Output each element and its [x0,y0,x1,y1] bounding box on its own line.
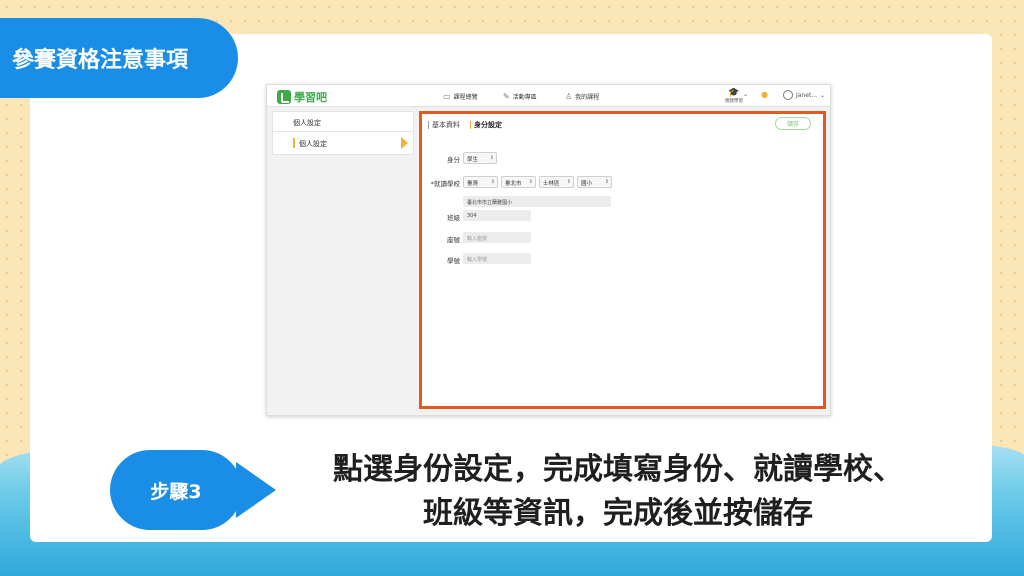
tab-marker [428,121,429,129]
app-logo[interactable]: 學習吧 [277,89,327,105]
select-caret-icon: ⇕ [566,179,571,185]
sidebar: 個人設定 個人設定 [272,111,414,155]
select-caret-icon: ⇕ [604,179,609,185]
identity-select[interactable]: 學生 ⇕ [463,152,497,164]
district-select[interactable]: 士林區 ⇕ [539,176,574,188]
student-id-label: 學號 [447,257,460,265]
nav-label: 我的課程 [575,94,600,101]
nav-label: 課程總覽 [453,94,478,101]
select-value: 臺灣 [467,181,479,187]
school-level-select[interactable]: 國小 ⇕ [577,176,612,188]
graduation-cap-icon: 🎓 [728,88,740,98]
identity-value: 學生 [467,157,479,163]
class-field[interactable]: 304 [463,210,531,221]
person-course-icon: ♙ [565,92,573,101]
select-caret-icon: ⇕ [489,155,494,161]
mode-label: 偶我學習 [725,99,743,104]
user-menu[interactable]: Janet... ⌄ [783,90,825,100]
seat-label: 座號 [447,236,460,244]
tab-basic-info[interactable]: 基本資料 [428,120,460,130]
nav-course-overview[interactable]: ▭ 課程總覽 [443,92,478,101]
school-name-field[interactable]: 臺北市市立蘭雅國小 [463,196,611,207]
instruction-line: 班級等資訊，完成後並按儲存 [423,496,813,531]
select-value: 士林區 [543,181,560,187]
learning-mode-toggle[interactable]: 🎓 偶我學習 [725,88,743,104]
app-screenshot: 學習吧 ▭ 課程總覽 ✎ 活動專區 ♙ 我的課程 🎓 偶我學習 ⌄ ● Jane… [266,84,831,416]
chevron-down-icon: ⌄ [820,91,826,99]
step-arrow-icon [236,462,276,518]
logo-icon [277,90,291,104]
nav-my-courses[interactable]: ♙ 我的課程 [565,92,599,101]
chevron-down-icon[interactable]: ⌄ [743,91,748,98]
student-id-field[interactable]: 輸入學號 [463,253,531,264]
select-value: 國小 [581,181,593,187]
user-name: Janet... [796,91,818,99]
instruction-line: 點選身份設定，完成填寫身份、就讀學校、 [333,452,903,487]
avatar-icon [783,90,793,100]
select-value: 臺北市 [505,181,522,187]
sidebar-header: 個人設定 [273,112,413,132]
select-caret-icon: ⇕ [528,179,533,185]
seat-number-field[interactable]: 輸入座號 [463,232,531,243]
logo-text: 學習吧 [294,91,327,104]
settings-panel-highlight: 基本資料 身分設定 儲存 身分 學生 ⇕ *就讀學校 臺灣 ⇕ 臺北市 ⇕ 士林… [419,111,826,409]
megaphone-icon: ✎ [503,92,510,101]
country-select[interactable]: 臺灣 ⇕ [463,176,498,188]
school-label: *就讀學校 [430,180,460,188]
step-instruction: 點選身份設定，完成填寫身份、就讀學校、 班級等資訊，完成後並按儲存 [288,448,948,536]
active-marker [293,138,295,148]
identity-label: 身分 [447,156,460,164]
tab-marker [470,121,471,129]
step-badge: 步驟3 [110,450,242,530]
save-button[interactable]: 儲存 [775,117,811,130]
settings-tabs: 基本資料 身分設定 [428,120,502,130]
sidebar-item-personal-settings[interactable]: 個人設定 [273,132,413,154]
tab-label: 基本資料 [432,121,460,129]
city-select[interactable]: 臺北市 ⇕ [501,176,536,188]
nav-activities[interactable]: ✎ 活動專區 [503,92,537,101]
app-topbar: 學習吧 ▭ 課程總覽 ✎ 活動專區 ♙ 我的課程 🎓 偶我學習 ⌄ ● Jane… [267,85,830,107]
arrow-right-icon [401,137,408,149]
slide-title: 參賽資格注意事項 [0,18,238,98]
tab-label: 身分設定 [474,121,502,129]
bell-icon[interactable]: ● [761,90,768,99]
select-caret-icon: ⇕ [490,179,495,185]
class-label: 班級 [447,214,460,222]
sidebar-item-label: 個人設定 [299,140,327,148]
nav-label: 活動專區 [512,94,537,101]
book-icon: ▭ [443,92,451,101]
tab-identity-settings[interactable]: 身分設定 [470,120,502,130]
